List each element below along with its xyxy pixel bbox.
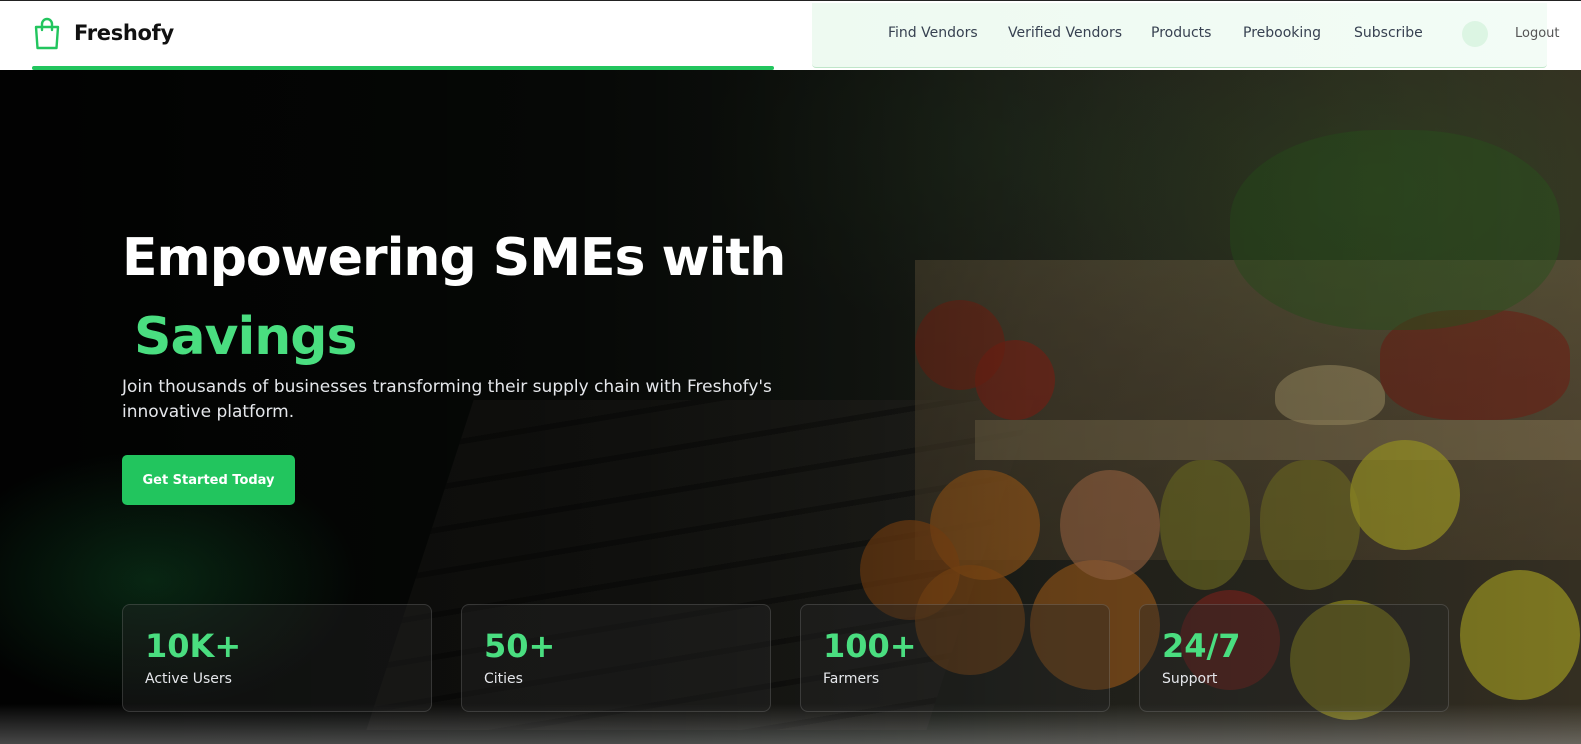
brand-logo[interactable]: Freshofy	[32, 16, 174, 50]
nav-link-find-vendors[interactable]: Find Vendors	[888, 25, 978, 41]
stat-label: Active Users	[145, 671, 232, 687]
hero-title-accent: Savings	[134, 307, 357, 367]
nav-link-prebooking[interactable]: Prebooking	[1243, 25, 1321, 41]
nav-link-products[interactable]: Products	[1151, 25, 1211, 41]
stat-label: Farmers	[823, 671, 880, 687]
stat-card-active-users: 10K+ Active Users	[122, 604, 432, 712]
stat-value: 10K+	[145, 627, 242, 665]
hero-title: Empowering SMEs with	[122, 228, 786, 288]
stat-value: 100+	[823, 627, 917, 665]
nav-link-subscribe[interactable]: Subscribe	[1354, 25, 1423, 41]
hero-subtitle: Join thousands of businesses transformin…	[122, 377, 772, 422]
stat-card-support: 24/7 Support	[1139, 604, 1449, 712]
shopping-bag-icon	[34, 17, 60, 50]
hero-section: Empowering SMEs with Savings Join thousa…	[0, 70, 1581, 744]
stat-card-farmers: 100+ Farmers	[800, 604, 1110, 712]
nav-underline	[32, 66, 774, 70]
user-avatar[interactable]	[1462, 21, 1488, 47]
logout-link[interactable]: Logout	[1515, 26, 1560, 41]
stat-card-cities: 50+ Cities	[461, 604, 771, 712]
get-started-button[interactable]: Get Started Today	[122, 455, 295, 505]
brand-name: Freshofy	[74, 21, 174, 45]
stat-value: 24/7	[1162, 627, 1241, 665]
navbar: Freshofy Find Vendors Verified Vendors P…	[0, 0, 1581, 70]
stat-label: Support	[1162, 671, 1218, 687]
nav-link-verified-vendors[interactable]: Verified Vendors	[1008, 25, 1122, 41]
stat-label: Cities	[484, 671, 523, 687]
stat-value: 50+	[484, 627, 556, 665]
